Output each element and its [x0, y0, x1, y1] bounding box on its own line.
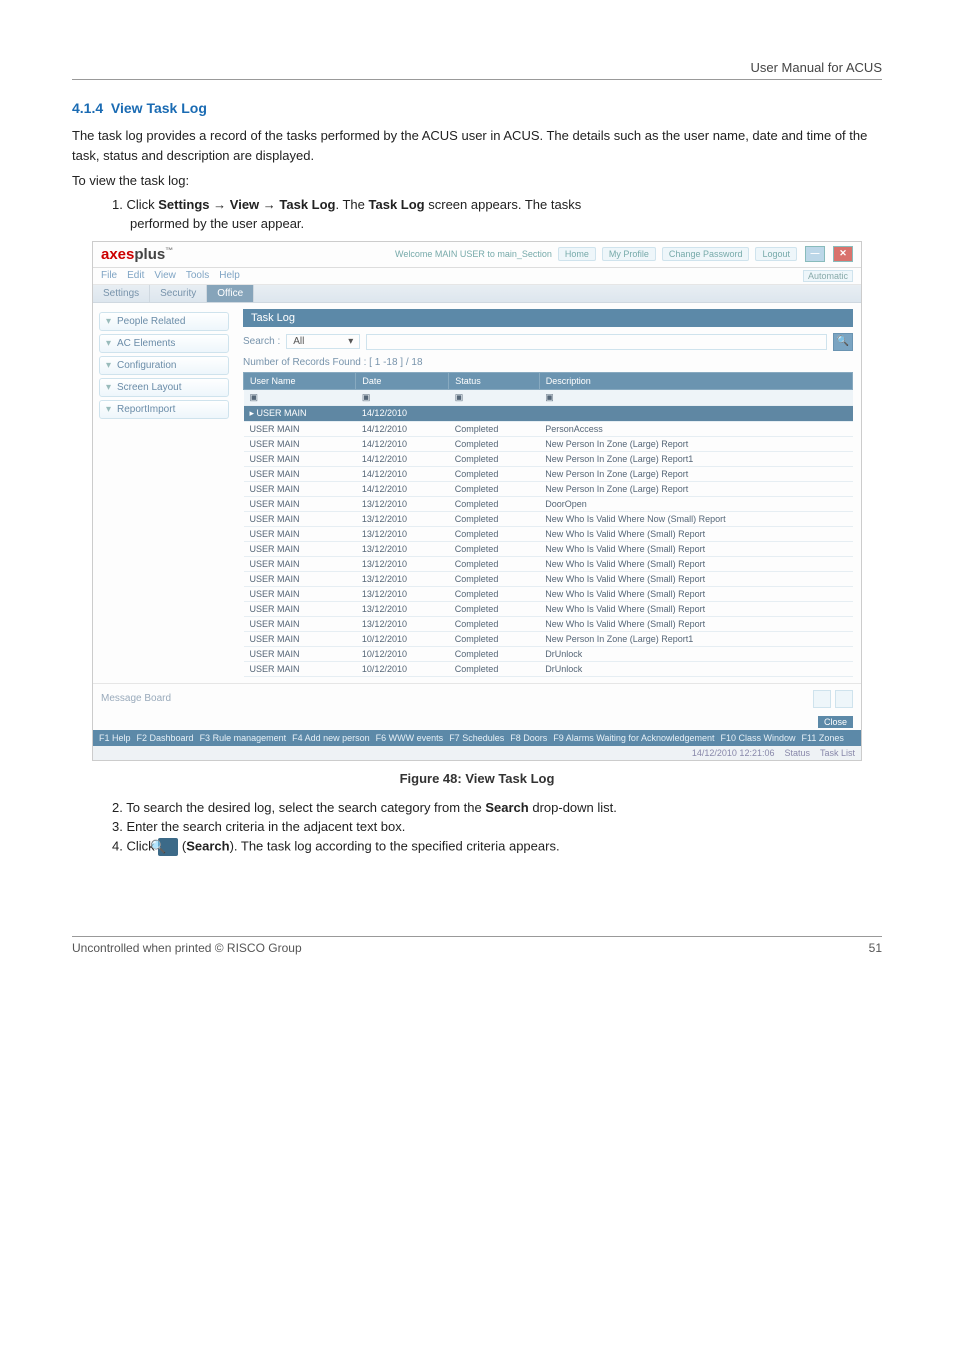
- tab-security[interactable]: Security: [150, 285, 207, 302]
- tab-office[interactable]: Office: [207, 285, 254, 302]
- step-1: 1. Click Settings → View → Task Log. The…: [112, 197, 882, 212]
- menu-view[interactable]: View: [154, 270, 176, 282]
- table-row[interactable]: USER MAIN13/12/2010CompletedNew Who Is V…: [244, 541, 853, 556]
- fkey-f2[interactable]: F2 Dashboard: [137, 733, 194, 743]
- table-row[interactable]: USER MAIN13/12/2010CompletedNew Who Is V…: [244, 526, 853, 541]
- col-status[interactable]: Status: [449, 372, 539, 389]
- home-link[interactable]: Home: [558, 247, 596, 261]
- fkey-f7[interactable]: F7 Schedules: [449, 733, 504, 743]
- message-board-label: Message Board: [101, 693, 171, 704]
- my-profile-link[interactable]: My Profile: [602, 247, 656, 261]
- menu-bar: File Edit View Tools Help Automatic: [93, 268, 861, 285]
- app-brand: axesplus™: [101, 246, 173, 263]
- chevron-down-icon: ▾: [106, 404, 114, 415]
- status-tasklist[interactable]: Task List: [820, 748, 855, 758]
- function-keys-bar: F1 Help F2 Dashboard F3 Rule management …: [93, 730, 861, 746]
- filter-icon: ▣: [362, 392, 371, 402]
- fkey-f11[interactable]: F11 Zones: [802, 733, 844, 743]
- logout-link[interactable]: Logout: [755, 247, 797, 261]
- table-row[interactable]: USER MAIN13/12/2010CompletedNew Who Is V…: [244, 511, 853, 526]
- status-label: Status: [784, 748, 810, 758]
- col-date[interactable]: Date: [356, 372, 449, 389]
- table-row[interactable]: USER MAIN14/12/2010CompletedPersonAccess: [244, 421, 853, 436]
- fkey-f1[interactable]: F1 Help: [99, 733, 131, 743]
- step-3: 3. Enter the search criteria in the adja…: [112, 819, 882, 834]
- close-button[interactable]: Close: [818, 716, 853, 728]
- welcome-text: Welcome MAIN USER to main_Section: [395, 249, 552, 259]
- table-row[interactable]: USER MAIN14/12/2010CompletedNew Person I…: [244, 451, 853, 466]
- filter-icon: ▣: [455, 392, 464, 402]
- paragraph-1: The task log provides a record of the ta…: [72, 126, 882, 165]
- search-input[interactable]: [366, 334, 827, 350]
- fkey-f10[interactable]: F10 Class Window: [721, 733, 796, 743]
- filter-icon: ▣: [545, 392, 554, 402]
- table-row[interactable]: USER MAIN14/12/2010CompletedNew Person I…: [244, 436, 853, 451]
- table-row[interactable]: USER MAIN13/12/2010CompletedDoorOpen: [244, 496, 853, 511]
- minimize-icon[interactable]: —: [805, 246, 825, 262]
- table-row[interactable]: USER MAIN10/12/2010CompletedDrUnlock: [244, 646, 853, 661]
- msg-icon-2[interactable]: [835, 690, 853, 708]
- step-4: 4. Click 🔍 (Search). The task log accord…: [112, 838, 882, 856]
- filter-row[interactable]: ▣ ▣ ▣ ▣: [244, 389, 853, 405]
- paragraph-2: To view the task log:: [72, 171, 882, 191]
- chevron-down-icon: ▾: [106, 360, 114, 371]
- menu-edit[interactable]: Edit: [127, 270, 144, 282]
- table-row[interactable]: USER MAIN13/12/2010CompletedNew Who Is V…: [244, 586, 853, 601]
- section-heading: 4.1.4 View Task Log: [72, 100, 882, 116]
- page-number: 51: [869, 941, 882, 955]
- search-button[interactable]: 🔍: [833, 333, 853, 351]
- app-screenshot: axesplus™ Welcome MAIN USER to main_Sect…: [92, 241, 862, 761]
- filter-icon: ▣: [250, 392, 259, 402]
- automatic-indicator: Automatic: [803, 270, 853, 282]
- table-row[interactable]: USER MAIN13/12/2010CompletedNew Who Is V…: [244, 601, 853, 616]
- col-description[interactable]: Description: [539, 372, 852, 389]
- table-row[interactable]: USER MAIN14/12/2010CompletedNew Person I…: [244, 466, 853, 481]
- status-time: 14/12/2010 12:21:06: [692, 748, 775, 758]
- fkey-f8[interactable]: F8 Doors: [510, 733, 547, 743]
- sidebar: ▾People Related ▾AC Elements ▾Configurat…: [93, 303, 235, 683]
- record-count: Number of Records Found : [ 1 -18 ] / 18: [243, 357, 853, 368]
- search-dropdown[interactable]: All▾: [286, 334, 360, 349]
- search-icon: 🔍: [158, 838, 178, 856]
- msg-icon-1[interactable]: [813, 690, 831, 708]
- sidebar-item-screen-layout[interactable]: ▾Screen Layout: [99, 378, 229, 397]
- change-password-link[interactable]: Change Password: [662, 247, 750, 261]
- sidebar-item-configuration[interactable]: ▾Configuration: [99, 356, 229, 375]
- chevron-down-icon: ▾: [106, 382, 114, 393]
- table-row[interactable]: USER MAIN10/12/2010CompletedDrUnlock: [244, 661, 853, 676]
- fkey-f9[interactable]: F9 Alarms Waiting for Acknowledgement: [553, 733, 714, 743]
- table-row[interactable]: USER MAIN13/12/2010CompletedNew Who Is V…: [244, 556, 853, 571]
- table-row[interactable]: USER MAIN10/12/2010CompletedNew Person I…: [244, 631, 853, 646]
- col-user-name[interactable]: User Name: [244, 372, 356, 389]
- panel-title: Task Log: [243, 309, 853, 327]
- table-row[interactable]: USER MAIN13/12/2010CompletedNew Who Is V…: [244, 616, 853, 631]
- menu-help[interactable]: Help: [219, 270, 240, 282]
- tab-settings[interactable]: Settings: [93, 285, 150, 302]
- sidebar-item-ac-elements[interactable]: ▾AC Elements: [99, 334, 229, 353]
- fkey-f6[interactable]: F6 WWW events: [376, 733, 444, 743]
- table-row[interactable]: USER MAIN13/12/2010CompletedNew Who Is V…: [244, 571, 853, 586]
- figure-caption: Figure 48: View Task Log: [72, 771, 882, 786]
- footer-left: Uncontrolled when printed © RISCO Group: [72, 941, 302, 955]
- sidebar-item-people-related[interactable]: ▾People Related: [99, 312, 229, 331]
- fkey-f4[interactable]: F4 Add new person: [292, 733, 370, 743]
- chevron-down-icon: ▾: [348, 336, 353, 347]
- task-log-table: User Name Date Status Description ▣ ▣ ▣ …: [243, 372, 853, 677]
- table-row[interactable]: USER MAIN14/12/2010CompletedNew Person I…: [244, 481, 853, 496]
- step-2: 2. To search the desired log, select the…: [112, 800, 882, 815]
- chevron-down-icon: ▾: [106, 316, 114, 327]
- menu-tools[interactable]: Tools: [186, 270, 209, 282]
- close-icon[interactable]: ✕: [833, 246, 853, 262]
- chevron-down-icon: ▾: [106, 338, 114, 349]
- table-row-selected[interactable]: ▸ USER MAIN 14/12/2010: [244, 405, 853, 421]
- menu-file[interactable]: File: [101, 270, 117, 282]
- fkey-f3[interactable]: F3 Rule management: [200, 733, 287, 743]
- doc-header: User Manual for ACUS: [72, 60, 882, 75]
- search-label: Search :: [243, 336, 280, 347]
- sidebar-item-reportimport[interactable]: ▾ReportImport: [99, 400, 229, 419]
- search-icon: 🔍: [837, 336, 849, 347]
- step-1-cont: performed by the user appear.: [130, 216, 882, 231]
